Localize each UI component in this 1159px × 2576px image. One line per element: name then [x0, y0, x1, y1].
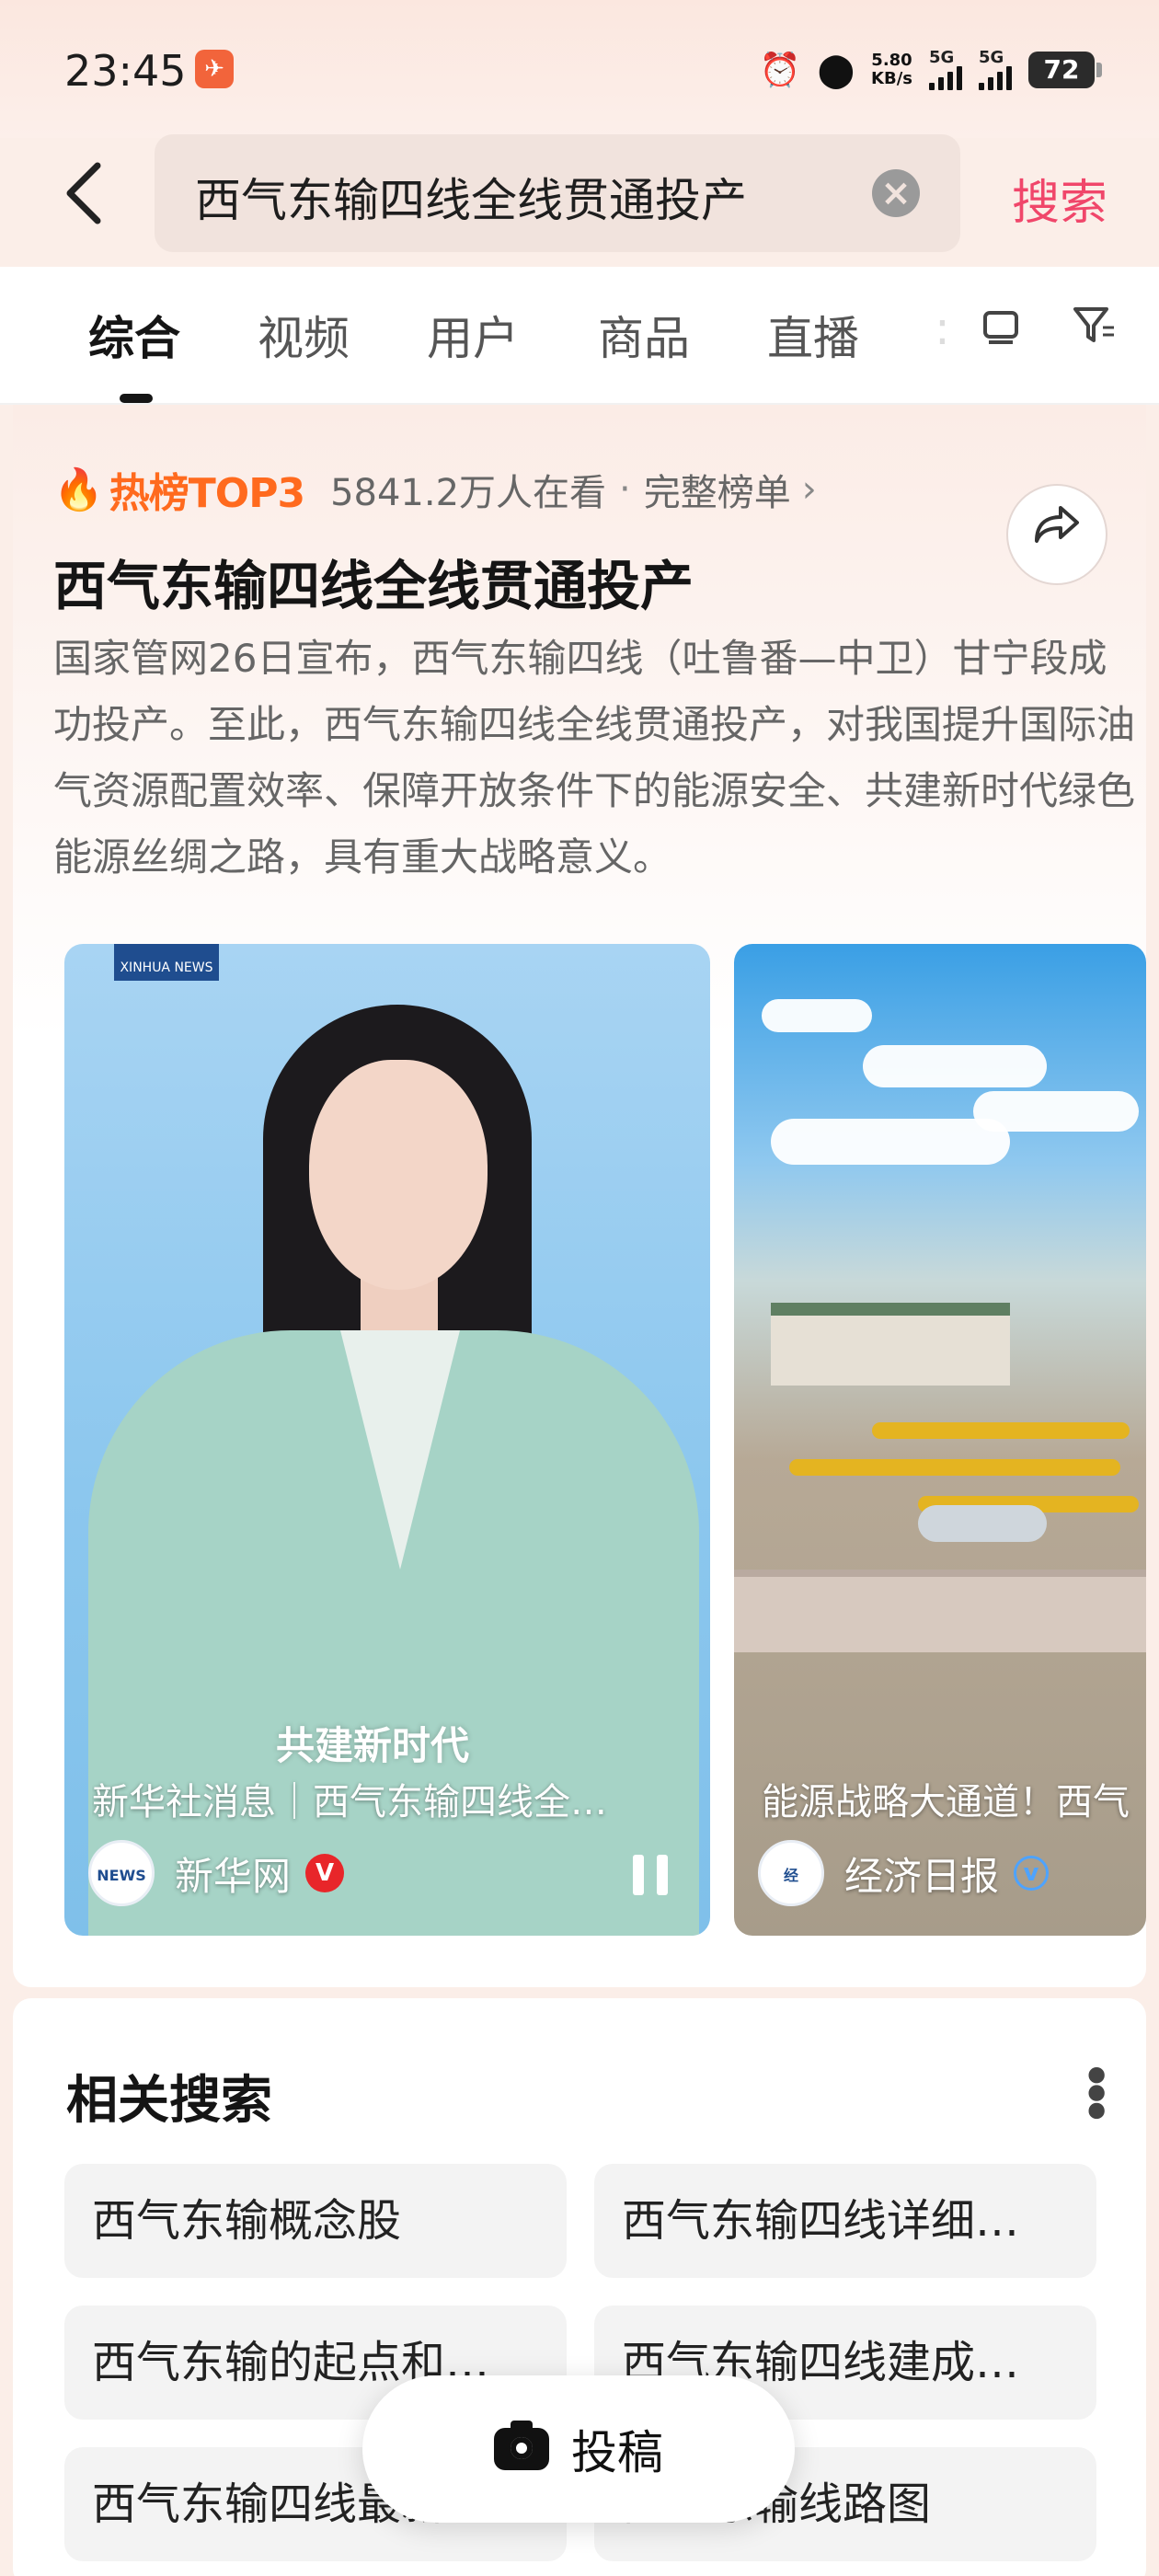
- share-icon: [1035, 506, 1079, 543]
- network-speed: 5.80 KB/s: [871, 52, 912, 88]
- video-caption: 能源战略大通道！西气: [762, 1781, 1130, 1823]
- search-query: 西气东输四线全线贯通投产: [195, 174, 747, 227]
- video-subtitle: 共建新时代: [276, 1723, 470, 1768]
- verified-icon: v: [1014, 1856, 1050, 1891]
- signal-2-label: 5G: [979, 48, 1004, 67]
- active-tab-indicator: [120, 394, 153, 403]
- topic-title[interactable]: 西气东输四线全线贯通投产: [53, 543, 694, 620]
- flame-icon: 🔥: [53, 466, 104, 513]
- battery-icon: 72: [1028, 52, 1102, 88]
- avatar: 经: [758, 1840, 824, 1906]
- author-name: 经济日报: [844, 1853, 1000, 1899]
- layout-toggle-icon[interactable]: [973, 304, 1028, 359]
- hot-topic-card: 🔥 热榜TOP3 5841.2万人在看 · 完整榜单 › 西气东输四线全线贯通投…: [13, 405, 1146, 1987]
- share-button[interactable]: [1006, 484, 1107, 585]
- search-input[interactable]: 西气东输四线全线贯通投产 ×: [155, 134, 960, 252]
- related-item[interactable]: 西气东输概念股: [64, 2164, 567, 2278]
- video-card[interactable]: XINHUA NEWS 共建新时代 新华社消息｜西气东输四线全… NEWS 新华…: [64, 944, 710, 1936]
- chevron-right-icon[interactable]: ›: [802, 468, 817, 511]
- tank: [918, 1505, 1047, 1542]
- more-icon[interactable]: •••: [1062, 2059, 1127, 2112]
- video-card[interactable]: 能源战略大通道！西气 经 经济日报 v: [734, 944, 1146, 1936]
- pause-icon[interactable]: [633, 1855, 670, 1895]
- location-icon: ⬤: [817, 51, 855, 89]
- xinhua-logo: XINHUA NEWS: [114, 944, 219, 981]
- cloud: [762, 999, 872, 1032]
- camera-icon: [494, 2421, 549, 2470]
- cloud: [771, 1119, 1010, 1165]
- related-title: 相关搜索: [66, 2071, 272, 2131]
- tab-comprehensive[interactable]: 综合: [88, 302, 180, 368]
- search-button[interactable]: 搜索: [1012, 164, 1107, 233]
- viewer-count: 5841.2万人在看: [330, 472, 607, 514]
- signal-2-icon: 5G: [979, 50, 1012, 90]
- network-speed-value: 5.80: [871, 51, 912, 70]
- clear-icon[interactable]: ×: [872, 169, 920, 217]
- tab-live[interactable]: 直播: [767, 302, 859, 368]
- signal-1-label: 5G: [929, 48, 955, 67]
- tab-video[interactable]: 视频: [258, 302, 350, 368]
- chevron-left-icon: [66, 162, 101, 224]
- network-speed-unit: KB/s: [871, 69, 912, 88]
- avatar: NEWS: [88, 1840, 155, 1906]
- signal-1-icon: 5G: [929, 50, 962, 90]
- video-caption: 新华社消息｜西气东输四线全…: [92, 1781, 607, 1823]
- search-tabs: 综合 视频 用户 商品 直播 :: [0, 267, 1159, 405]
- status-bar: 23:45 ✈ ⏰ ⬤ 5.80 KB/s 5G 5G 72: [0, 0, 1159, 138]
- notification-app-icon: ✈: [195, 50, 234, 88]
- pipeline: [789, 1459, 1120, 1476]
- hot-meta: 🔥 热榜TOP3 5841.2万人在看 · 完整榜单 ›: [53, 462, 817, 517]
- pipeline: [872, 1422, 1130, 1439]
- cloud: [863, 1045, 1047, 1087]
- status-time: 23:45: [64, 46, 187, 96]
- full-list-link[interactable]: 完整榜单: [644, 463, 791, 516]
- presenter-face: [309, 1060, 488, 1290]
- video-author[interactable]: NEWS 新华网 V: [88, 1836, 345, 1910]
- tab-products[interactable]: 商品: [598, 302, 690, 368]
- back-button[interactable]: [57, 156, 112, 230]
- station-building: [771, 1303, 1010, 1386]
- author-name: 新华网: [175, 1853, 292, 1899]
- post-button[interactable]: 投稿: [362, 2375, 795, 2523]
- hot-rank-badge: 热榜TOP3: [109, 470, 305, 517]
- filter-icon[interactable]: [1067, 304, 1122, 359]
- wall: [734, 1570, 1146, 1652]
- cloud: [973, 1091, 1139, 1132]
- verified-icon: V: [305, 1854, 345, 1892]
- topic-description: 国家管网26日宣布，西气东输四线（吐鲁番—中卫）甘宁段成功投产。至此，西气东输四…: [53, 636, 1136, 880]
- alarm-icon: ⏰: [759, 52, 801, 89]
- tab-overflow-fade: :: [935, 302, 950, 355]
- separator: ·: [619, 468, 631, 511]
- status-icons: ⏰ ⬤ 5.80 KB/s 5G 5G 72: [759, 44, 1102, 96]
- video-author[interactable]: 经 经济日报 v: [758, 1836, 1050, 1910]
- related-item[interactable]: 西气东输四线详细…: [594, 2164, 1096, 2278]
- post-label: 投稿: [571, 2426, 663, 2479]
- tab-users[interactable]: 用户: [427, 302, 519, 368]
